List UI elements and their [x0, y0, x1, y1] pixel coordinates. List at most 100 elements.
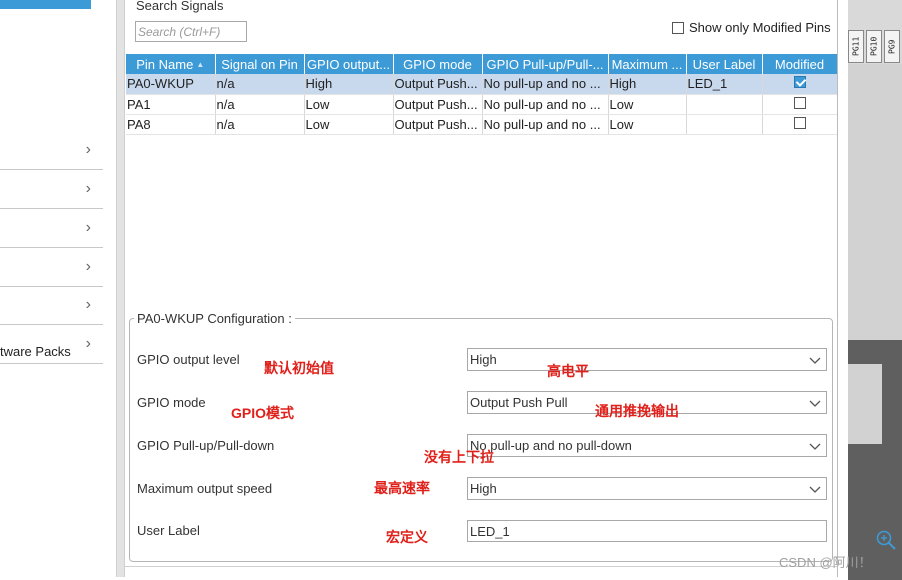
select-value: Output Push Pull — [470, 395, 568, 410]
chevron-right-icon: › — [85, 296, 91, 313]
gpio-output-level-label: GPIO output level — [137, 352, 240, 367]
pin-configuration-panel: Search Signals Show only Modified Pins P… — [125, 0, 838, 566]
pin-table: Pin Name ▲ Signal on Pin GPIO output... G… — [126, 54, 838, 135]
sidebar-item-label: tware Packs — [0, 344, 71, 359]
annotation-note: GPIO模式 — [231, 405, 295, 421]
select-value: High — [470, 481, 497, 496]
cell-label: LED_1 — [686, 74, 763, 95]
cell-mode: Output Push... — [393, 94, 483, 115]
cell-pin: PA0-WKUP — [126, 74, 216, 95]
column-header-gpio-output[interactable]: GPIO output... — [304, 54, 394, 74]
chip-pin[interactable]: PG9 — [884, 30, 900, 63]
max-speed-select[interactable]: High — [467, 477, 827, 500]
cell-output: Low — [304, 114, 394, 135]
cell-mode: Output Push... — [393, 114, 483, 135]
modified-checkbox[interactable] — [793, 96, 806, 109]
sidebar-item-1[interactable]: › — [0, 131, 103, 170]
chevron-down-icon — [809, 357, 821, 364]
chevron-down-icon — [809, 486, 821, 493]
chevron-right-icon: › — [85, 141, 91, 158]
annotation-note: 高电平 — [547, 363, 589, 379]
user-label-input[interactable]: LED_1 — [467, 520, 827, 542]
column-header-user-label[interactable]: User Label — [686, 54, 763, 74]
sidebar-item-2[interactable]: › — [0, 170, 103, 209]
chip-pin[interactable]: PG11 — [848, 30, 864, 63]
show-modified-toggle[interactable]: Show only Modified Pins — [672, 20, 831, 35]
cell-pull: No pull-up and no ... — [482, 94, 609, 115]
chevron-right-icon: › — [85, 180, 91, 197]
show-modified-checkbox[interactable] — [672, 21, 684, 34]
cell-speed: High — [608, 74, 687, 95]
config-title: PA0-WKUP Configuration : — [134, 311, 295, 326]
table-header-row: Pin Name ▲ Signal on Pin GPIO output... G… — [126, 54, 838, 74]
input-value: LED_1 — [470, 524, 510, 539]
cell-modified — [762, 114, 838, 135]
chip-pin[interactable]: PG10 — [866, 30, 882, 63]
gpio-pull-select[interactable]: No pull-up and no pull-down — [467, 434, 827, 457]
table-row[interactable]: PA8 n/a Low Output Push... No pull-up an… — [126, 114, 838, 135]
table-row[interactable]: PA0-WKUP n/a High Output Push... No pull… — [126, 74, 838, 95]
sidebar-item-4[interactable]: › — [0, 248, 103, 287]
chip-logo-light — [848, 364, 882, 444]
cell-modified — [762, 74, 838, 95]
pin-configuration-group: PA0-WKUP Configuration : GPIO output lev… — [129, 311, 833, 562]
column-header-modified[interactable]: Modified — [762, 54, 838, 74]
cell-pin: PA1 — [126, 94, 216, 115]
cell-label — [686, 114, 763, 135]
sidebar-item-3[interactable]: › — [0, 209, 103, 248]
cell-pull: No pull-up and no ... — [482, 114, 609, 135]
cell-mode: Output Push... — [393, 74, 483, 95]
cell-speed: Low — [608, 94, 687, 115]
panel-bottom-border — [125, 566, 837, 567]
annotation-note: 宏定义 — [386, 529, 428, 545]
user-label-label: User Label — [137, 523, 200, 538]
column-header-gpio-mode[interactable]: GPIO mode — [393, 54, 483, 74]
sidebar-item-software-packs[interactable]: tware Packs › — [0, 325, 103, 364]
search-signals-title: Search Signals — [136, 0, 224, 13]
left-sidebar: › › › › › tware Packs › — [0, 0, 104, 577]
column-header-signal[interactable]: Signal on Pin — [215, 54, 305, 74]
sort-ascending-icon: ▲ — [196, 59, 205, 69]
watermark: CSDN @阿川！ — [779, 555, 872, 570]
search-input[interactable] — [135, 21, 247, 42]
column-header-max-speed[interactable]: Maximum ... — [608, 54, 687, 74]
gpio-output-level-select[interactable]: High — [467, 348, 827, 371]
select-value: No pull-up and no pull-down — [470, 438, 632, 453]
show-modified-label: Show only Modified Pins — [689, 20, 831, 35]
modified-checkbox[interactable] — [793, 116, 806, 129]
column-header-pin-name[interactable]: Pin Name ▲ — [126, 54, 216, 74]
cell-pin: PA8 — [126, 114, 216, 135]
cell-signal: n/a — [215, 74, 305, 95]
chevron-down-icon — [809, 400, 821, 407]
table-row[interactable]: PA1 n/a Low Output Push... No pull-up an… — [126, 94, 838, 115]
chevron-right-icon: › — [85, 219, 91, 236]
cell-pull: No pull-up and no ... — [482, 74, 609, 95]
annotation-note: 最高速率 — [374, 480, 430, 496]
modified-checkbox[interactable] — [793, 76, 806, 89]
cell-modified — [762, 94, 838, 115]
sidebar-item-5[interactable]: › — [0, 286, 103, 325]
cell-signal: n/a — [215, 114, 305, 135]
chip-pin-row: PG11 PG10 PG9 — [848, 30, 902, 63]
cell-output: Low — [304, 94, 394, 115]
cell-output: High — [304, 74, 394, 95]
select-value: High — [470, 352, 497, 367]
cell-speed: Low — [608, 114, 687, 135]
column-header-pull[interactable]: GPIO Pull-up/Pull-... — [482, 54, 609, 74]
panel-splitter[interactable] — [116, 0, 125, 577]
cell-signal: n/a — [215, 94, 305, 115]
chip-view-panel: PG11 PG10 PG9 — [837, 0, 902, 580]
zoom-in-icon[interactable] — [875, 529, 897, 551]
annotation-note: 没有上下拉 — [424, 449, 494, 465]
chevron-right-icon: › — [85, 258, 91, 275]
cell-label — [686, 94, 763, 115]
annotation-note: 默认初始值 — [264, 360, 334, 376]
chevron-down-icon — [809, 443, 821, 450]
annotation-note: 通用推挽输出 — [595, 403, 679, 419]
chevron-right-icon: › — [85, 335, 91, 352]
max-speed-label: Maximum output speed — [137, 481, 273, 496]
chip-area: PG11 PG10 PG9 — [848, 0, 902, 580]
sidebar-top-accent — [0, 0, 91, 9]
gpio-pull-label: GPIO Pull-up/Pull-down — [137, 438, 275, 453]
chip-body — [848, 64, 902, 580]
